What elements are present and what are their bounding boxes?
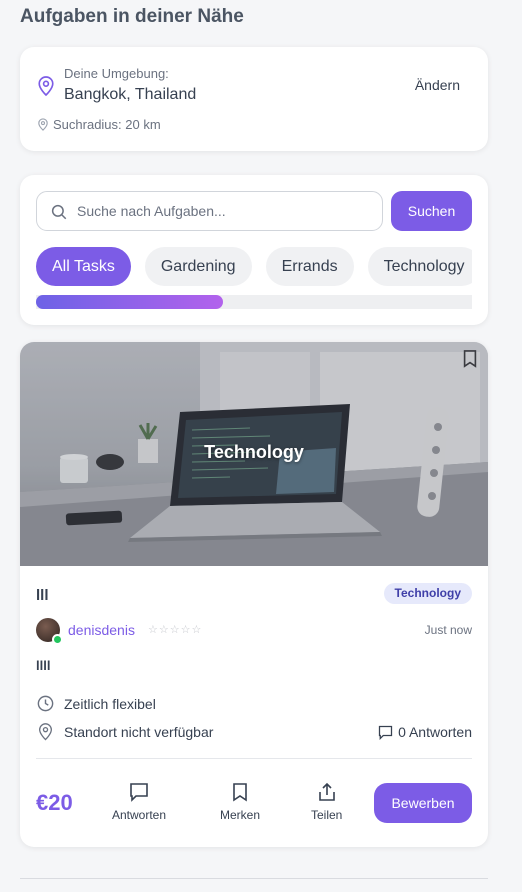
location-card: Deine Umgebung: Bangkok, Thailand Ändern… [20,47,488,151]
reply-button[interactable]: Antworten [112,782,166,822]
category-chip-gardening[interactable]: Gardening [144,247,252,286]
apply-button[interactable]: Bewerben [374,783,472,823]
category-chip-technology[interactable]: Technology [367,247,472,286]
comment-icon [378,725,393,740]
next-card-edge [20,878,488,879]
online-status-indicator [52,634,63,645]
time-flexibility-row: Zeitlich flexibel [36,694,156,713]
time-flexibility-text: Zeitlich flexibel [64,695,156,712]
share-label: Teilen [311,808,343,822]
category-badge: Technology [383,583,472,604]
task-image-category-label: Technology [204,442,304,462]
search-radius-label: Suchradius: 20 km [53,117,161,132]
task-title: lll [36,587,49,604]
bookmark-icon [233,783,247,802]
location-value: Bangkok, Thailand [64,86,197,103]
username-link[interactable]: denisdenis [68,622,135,638]
reply-label: Antworten [112,808,167,822]
task-location-text: Standort nicht verfügbar [64,723,214,740]
task-description: llll [36,658,51,673]
search-icon [51,204,67,220]
location-pin-icon [38,723,53,741]
save-button[interactable]: Merken [220,782,260,822]
category-scrollbar[interactable] [36,295,472,309]
search-box[interactable] [36,191,383,231]
share-icon [318,782,335,801]
category-scrollbar-thumb[interactable] [36,295,224,309]
posted-time: Just now [424,623,472,637]
category-chip-all-tasks[interactable]: All Tasks [36,247,131,286]
search-button[interactable]: Suchen [391,191,472,231]
task-location-row: Standort nicht verfügbar [36,722,213,741]
search-radius: Suchradius: 20 km [37,117,161,132]
search-card: Suchen All Tasks Gardening Errands Technolo… [20,175,488,325]
comment-icon [130,783,148,802]
bookmark-icon[interactable] [462,350,478,368]
task-card[interactable]: Technology lll Technology denisdenis ☆☆☆… [20,342,488,847]
task-price: €20 [36,790,73,815]
task-image: Technology [20,342,488,566]
category-chips: All Tasks Gardening Errands Technology [36,247,472,287]
location-pin-icon [38,76,54,97]
rating-stars: ☆☆☆☆☆ [148,624,203,636]
replies-count-label: 0 Antworten [398,724,472,740]
radius-pin-icon [38,118,48,131]
change-location-button[interactable]: Ändern [415,77,460,93]
location-label: Deine Umgebung: [64,66,169,81]
search-input[interactable] [77,192,377,230]
share-button[interactable]: Teilen [311,782,342,822]
replies-count[interactable]: 0 Antworten [378,724,472,740]
page-title: Aufgaben in deiner Nähe [20,6,244,27]
category-chip-errands[interactable]: Errands [265,247,354,286]
clock-icon [37,695,54,712]
divider [36,758,472,759]
save-label: Merken [220,808,261,822]
